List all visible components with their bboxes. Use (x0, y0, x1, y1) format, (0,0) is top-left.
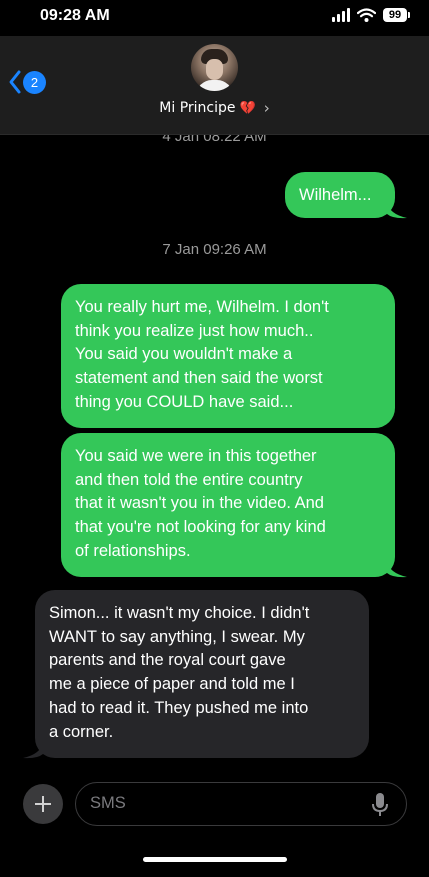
message-line: had to read it. They pushed me into (49, 698, 309, 717)
contact-name: Mi Principe (159, 100, 236, 116)
back-button[interactable]: 2 (8, 69, 46, 95)
broken-heart-icon: 💔 (239, 100, 256, 116)
message-tail-icon (23, 742, 43, 759)
message-line: parents and the royal court gave (49, 651, 286, 670)
home-indicator[interactable] (143, 857, 287, 862)
status-icons: 99 (332, 8, 410, 22)
message-line: You really hurt me, Wilhelm. I don't (75, 298, 329, 316)
outgoing-message[interactable]: You said we were in this together and th… (61, 433, 395, 577)
message-line: and then told the entire country (75, 470, 303, 489)
message-line: statement and then said the worst (75, 369, 323, 388)
microphone-icon[interactable] (371, 792, 389, 818)
wifi-icon (357, 8, 376, 22)
message-line: WANT to say anything, I swear. My (49, 627, 305, 646)
avatar[interactable] (191, 44, 238, 91)
back-chevron-icon (9, 70, 21, 94)
outgoing-message[interactable]: You really hurt me, Wilhelm. I don't thi… (61, 284, 395, 428)
unread-badge: 2 (23, 70, 46, 94)
chevron-right-icon: › (263, 99, 270, 117)
message-line: You said you wouldn't make a (75, 345, 293, 364)
message-tail-icon (387, 561, 407, 578)
battery-icon: 99 (383, 8, 410, 22)
outgoing-message[interactable]: Wilhelm... (285, 172, 395, 218)
status-time: 09:28 AM (40, 7, 110, 24)
status-bar: 09:28 AM 99 (0, 0, 429, 36)
message-composer: SMS (0, 782, 429, 826)
message-line: thing you COULD have said... (75, 392, 294, 411)
message-text: Wilhelm... (299, 186, 372, 204)
incoming-message[interactable]: Simon... it wasn't my choice. I didn't W… (35, 590, 369, 758)
message-line: think you realize just how much.. (75, 321, 314, 340)
timestamp: 7 Jan 09:26 AM (162, 241, 267, 258)
conversation-header: 2 Mi Principe 💔 › (0, 36, 429, 135)
message-line: me a piece of paper and told me I (49, 675, 295, 694)
plus-icon[interactable] (23, 784, 63, 824)
contact-name-button[interactable]: Mi Principe 💔 › (0, 99, 429, 117)
message-line: a corner. (49, 722, 114, 741)
message-line: that it wasn't you in the video. And (75, 494, 324, 513)
message-line: Simon... it wasn't my choice. I didn't (49, 604, 310, 622)
message-line: You said we were in this together (75, 447, 317, 465)
signal-icon (332, 8, 350, 22)
message-line: that you're not looking for any kind (75, 518, 326, 537)
message-line: of relationships. (75, 541, 191, 560)
message-tail-icon (387, 202, 407, 219)
sms-input[interactable]: SMS (75, 782, 407, 826)
sms-placeholder: SMS (90, 794, 126, 812)
